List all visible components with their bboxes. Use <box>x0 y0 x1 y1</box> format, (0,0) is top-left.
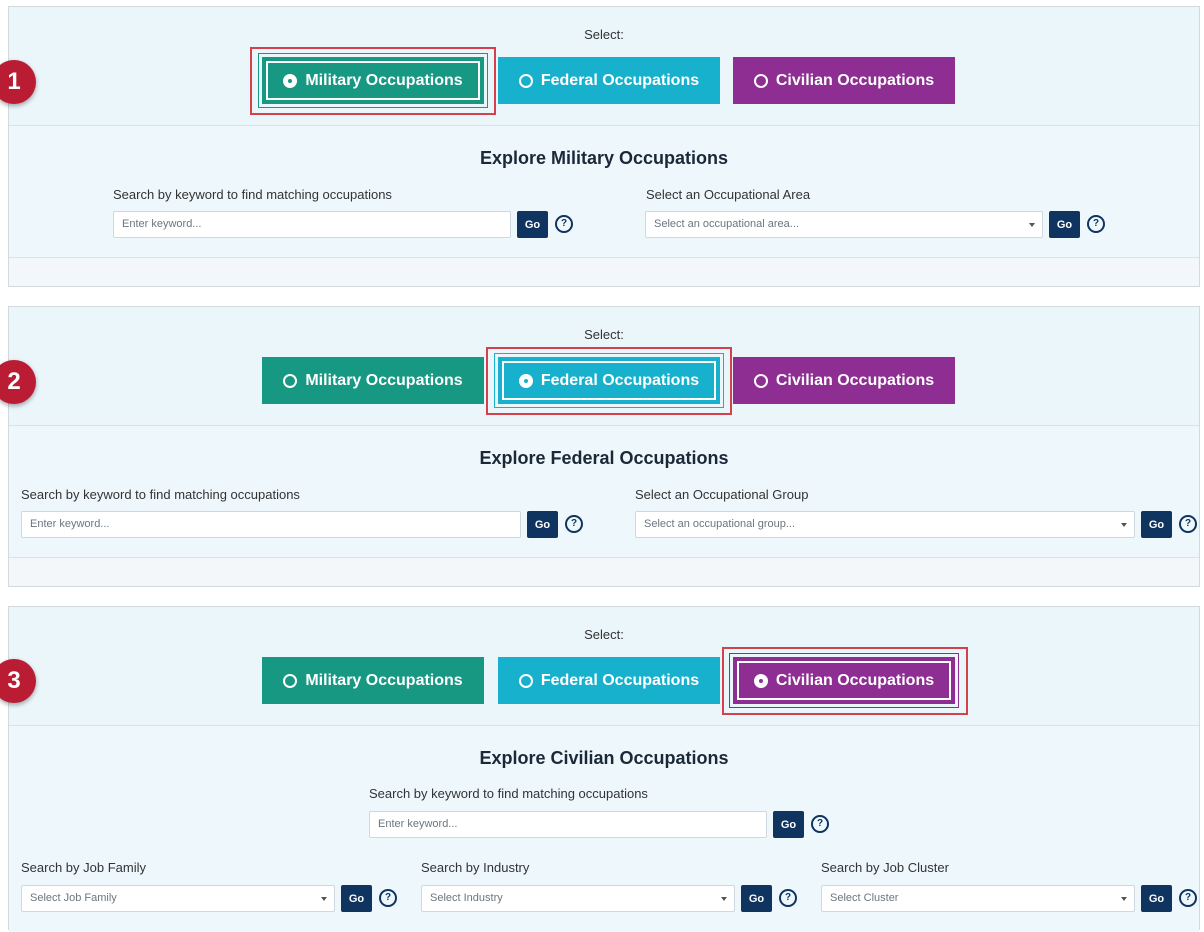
occupational-area-label: Select an Occupational Area <box>646 187 811 202</box>
chevron-down-icon <box>1121 523 1127 527</box>
help-icon[interactable]: ? <box>1087 215 1105 233</box>
keyword-label: Search by keyword to find matching occup… <box>21 487 300 502</box>
keyword-input[interactable]: Enter keyword... <box>21 511 521 538</box>
chevron-down-icon <box>1121 897 1127 901</box>
tab-military-label: Military Occupations <box>305 71 463 89</box>
tab-selector-band: Select: Military Occupations Federal Occ… <box>9 307 1199 426</box>
tab-military-label: Military Occupations <box>305 671 463 689</box>
tab-civilian-label: Civilian Occupations <box>775 671 935 689</box>
tab-military-label: Military Occupations <box>305 371 463 389</box>
help-icon[interactable]: ? <box>779 889 797 907</box>
tab-civilian[interactable]: Civilian Occupations <box>729 653 959 708</box>
radio-empty-icon <box>753 373 768 388</box>
group-go-button[interactable]: Go <box>1141 511 1172 538</box>
tab-military[interactable]: Military Occupations <box>262 657 484 704</box>
select-label: Select: <box>584 27 624 42</box>
help-icon[interactable]: ? <box>1179 889 1197 907</box>
help-icon[interactable]: ? <box>1179 515 1197 533</box>
chevron-down-icon <box>721 897 727 901</box>
industry-placeholder: Select Industry <box>430 892 503 904</box>
help-icon[interactable]: ? <box>555 215 573 233</box>
tab-civilian-label: Civilian Occupations <box>775 71 935 89</box>
occupational-group-placeholder: Select an occupational group... <box>644 518 796 530</box>
tab-federal-label: Federal Occupations <box>540 71 700 89</box>
job-cluster-label: Search by Job Cluster <box>821 860 949 875</box>
tab-federal[interactable]: Federal Occupations <box>498 657 720 704</box>
panel-military: Select: Military Occupations Federal Occ… <box>8 6 1200 287</box>
panel-footer <box>9 558 1199 586</box>
select-label: Select: <box>584 327 624 342</box>
industry-go-button[interactable]: Go <box>741 885 772 912</box>
help-icon[interactable]: ? <box>379 889 397 907</box>
industry-label: Search by Industry <box>421 860 530 875</box>
occupational-group-label: Select an Occupational Group <box>635 487 809 502</box>
tab-civilian-label: Civilian Occupations <box>775 371 935 389</box>
panel-civilian: Select: Military Occupations Federal Occ… <box>8 606 1200 932</box>
radio-empty-icon <box>283 673 298 688</box>
chevron-down-icon <box>321 897 327 901</box>
keyword-go-button[interactable]: Go <box>517 211 548 238</box>
tab-civilian[interactable]: Civilian Occupations <box>733 57 955 104</box>
tab-federal-label: Federal Occupations <box>540 371 700 389</box>
select-label: Select: <box>584 627 624 642</box>
radio-empty-icon <box>283 373 298 388</box>
radio-selected-icon <box>753 673 768 688</box>
tab-federal-label: Federal Occupations <box>540 671 700 689</box>
keyword-label: Search by keyword to find matching occup… <box>113 187 392 202</box>
tab-federal[interactable]: Federal Occupations <box>494 353 724 408</box>
explore-title: Explore Military Occupations <box>479 148 729 168</box>
radio-empty-icon <box>518 673 533 688</box>
radio-empty-icon <box>518 73 533 88</box>
job-cluster-select[interactable]: Select Cluster <box>821 885 1135 912</box>
job-cluster-go-button[interactable]: Go <box>1141 885 1172 912</box>
job-family-placeholder: Select Job Family <box>30 892 117 904</box>
keyword-input[interactable]: Enter keyword... <box>113 211 511 238</box>
tab-civilian[interactable]: Civilian Occupations <box>733 357 955 404</box>
radio-empty-icon <box>753 73 768 88</box>
explore-title: Explore Civilian Occupations <box>479 748 729 768</box>
keyword-go-button[interactable]: Go <box>527 511 558 538</box>
occupational-area-placeholder: Select an occupational area... <box>654 218 799 230</box>
help-icon[interactable]: ? <box>565 515 583 533</box>
keyword-label: Search by keyword to find matching occup… <box>369 786 648 801</box>
area-go-button[interactable]: Go <box>1049 211 1080 238</box>
job-family-label: Search by Job Family <box>21 860 146 875</box>
help-icon[interactable]: ? <box>811 815 829 833</box>
keyword-go-button[interactable]: Go <box>773 811 804 838</box>
tab-selector-band: Select: Military Occupations Federal Occ… <box>9 607 1199 726</box>
panel-footer <box>9 258 1199 286</box>
radio-selected-icon <box>518 373 533 388</box>
tab-federal[interactable]: Federal Occupations <box>498 57 720 104</box>
tab-selector-band: Select: Military Occupations Federal Occ… <box>9 7 1199 126</box>
chevron-down-icon <box>1029 223 1035 227</box>
keyword-input[interactable]: Enter keyword... <box>369 811 767 838</box>
explore-title: Explore Federal Occupations <box>479 448 729 468</box>
occupational-area-select[interactable]: Select an occupational area... <box>645 211 1043 238</box>
job-family-go-button[interactable]: Go <box>341 885 372 912</box>
radio-selected-icon <box>283 73 298 88</box>
occupational-group-select[interactable]: Select an occupational group... <box>635 511 1135 538</box>
tab-military[interactable]: Military Occupations <box>262 357 484 404</box>
panel-federal: Select: Military Occupations Federal Occ… <box>8 306 1200 587</box>
tab-military[interactable]: Military Occupations <box>258 53 488 108</box>
job-cluster-placeholder: Select Cluster <box>830 892 899 904</box>
job-family-select[interactable]: Select Job Family <box>21 885 335 912</box>
industry-select[interactable]: Select Industry <box>421 885 735 912</box>
